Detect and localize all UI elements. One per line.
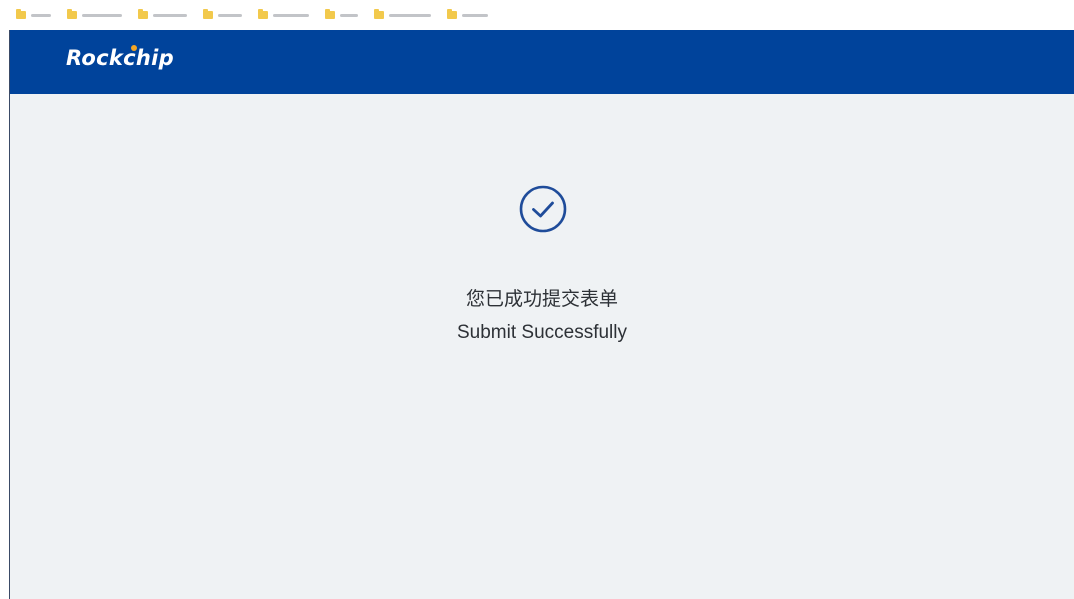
bookmark-label-unreadable xyxy=(82,13,122,17)
bookmark-label-unreadable xyxy=(218,13,242,17)
folder-icon xyxy=(203,9,213,19)
folder-icon xyxy=(138,9,148,19)
success-subtitle: Submit Successfully xyxy=(456,322,627,343)
folder-icon xyxy=(374,9,384,19)
bookmark-label-unreadable xyxy=(389,13,431,17)
bookmark-item[interactable] xyxy=(447,8,488,22)
bookmark-item[interactable] xyxy=(138,8,187,22)
logo-dot xyxy=(131,45,137,51)
rockchip-logo[interactable]: Rockchip xyxy=(66,46,174,70)
bookmarks-bar xyxy=(0,0,1074,30)
bookmark-label-unreadable xyxy=(462,13,488,17)
bookmark-label-unreadable xyxy=(153,13,187,17)
bookmark-item[interactable] xyxy=(203,8,242,22)
bookmark-item[interactable] xyxy=(325,8,358,22)
bookmark-label-unreadable xyxy=(273,13,309,17)
check-circle-icon xyxy=(519,185,567,233)
site-header: Rockchip xyxy=(10,30,1074,94)
folder-icon xyxy=(325,9,335,19)
folder-icon xyxy=(67,9,77,19)
bookmark-item[interactable] xyxy=(67,8,122,22)
success-title: 您已成功提交表单 xyxy=(465,288,618,310)
folder-icon xyxy=(16,9,26,19)
bookmark-item[interactable] xyxy=(374,8,431,22)
bookmark-item[interactable] xyxy=(16,8,51,22)
success-panel: 您已成功提交表单 Submit Successfully xyxy=(10,94,1074,599)
folder-icon xyxy=(258,9,268,19)
bookmark-label-unreadable xyxy=(31,13,51,17)
bookmark-item[interactable] xyxy=(258,8,309,22)
bookmark-label-unreadable xyxy=(340,13,358,17)
folder-icon xyxy=(447,9,457,19)
